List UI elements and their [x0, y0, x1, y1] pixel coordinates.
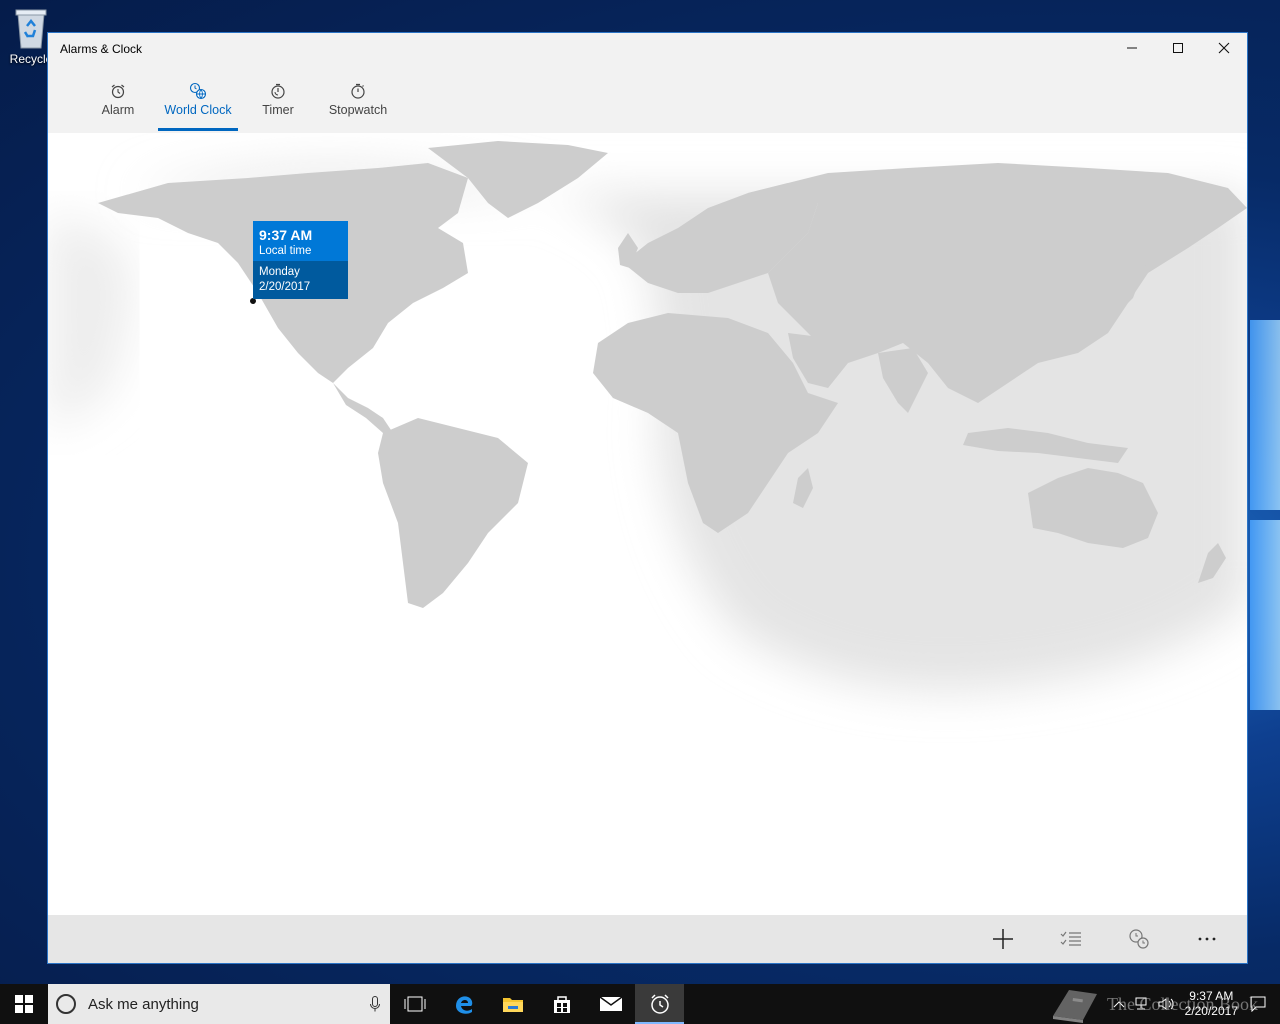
compare-icon [1129, 929, 1149, 949]
start-button[interactable] [0, 984, 48, 1024]
minimize-icon [1127, 47, 1137, 49]
action-center-button[interactable] [1246, 996, 1270, 1012]
file-explorer-button[interactable] [488, 984, 537, 1024]
local-day: Monday [259, 266, 300, 278]
store-button[interactable] [537, 984, 586, 1024]
add-button[interactable] [969, 915, 1037, 963]
window-title: Alarms & Clock [60, 41, 143, 56]
tab-alarm-label: Alarm [101, 103, 135, 117]
volume-icon[interactable] [1155, 997, 1179, 1011]
world-map-graphic [48, 141, 1247, 691]
title-bar[interactable]: Alarms & Clock [48, 33, 1247, 63]
edge-button[interactable] [439, 984, 488, 1024]
world-clock-icon [189, 81, 207, 101]
store-icon [553, 996, 570, 1013]
stopwatch-icon [350, 81, 366, 101]
timer-icon [270, 81, 286, 101]
add-icon [993, 929, 1013, 949]
more-icon [1198, 937, 1216, 941]
mail-icon [599, 996, 622, 1011]
search-placeholder: Ask me anything [88, 995, 199, 1013]
minimize-button[interactable] [1109, 33, 1155, 63]
tab-stopwatch-label: Stopwatch [328, 103, 388, 117]
south-america-shape [378, 418, 528, 608]
select-button[interactable] [1037, 915, 1105, 963]
window-controls [1109, 33, 1247, 63]
close-icon [1218, 42, 1230, 54]
taskbar-date: 2/20/2017 [1184, 1004, 1238, 1018]
recycle-bin-icon [12, 6, 50, 50]
more-button[interactable] [1173, 915, 1241, 963]
taskbar-time: 9:37 AM [1189, 989, 1234, 1003]
local-date-section: Monday 2/20/2017 [253, 261, 348, 299]
cortana-icon [56, 994, 76, 1014]
search-box[interactable]: Ask me anything [48, 984, 390, 1024]
tab-alarm[interactable]: Alarm [78, 63, 158, 131]
show-hidden-icons-button[interactable] [1107, 1000, 1131, 1008]
select-icon [1060, 931, 1081, 946]
alarm-clock-icon [650, 994, 669, 1014]
tab-stopwatch[interactable]: Stopwatch [318, 63, 398, 131]
alarm-icon [110, 81, 126, 101]
maximize-icon [1173, 43, 1183, 53]
close-button[interactable] [1201, 33, 1247, 63]
tab-timer-label: Timer [262, 103, 294, 117]
notification-icon [1250, 996, 1266, 1012]
maximize-button[interactable] [1155, 33, 1201, 63]
microphone-icon[interactable] [360, 996, 390, 1012]
mail-button[interactable] [586, 984, 635, 1024]
tab-world-clock[interactable]: World Clock [158, 63, 238, 131]
edge-icon [455, 996, 472, 1014]
tab-timer[interactable]: Timer [238, 63, 318, 131]
compare-button[interactable] [1105, 915, 1173, 963]
alarms-clock-taskbar-button[interactable] [635, 984, 684, 1024]
world-map[interactable]: 9:37 AM Local time Monday 2/20/2017 [48, 133, 1247, 915]
local-time-card-header: 9:37 AM Local time [253, 221, 348, 261]
taskbar-clock[interactable]: 9:37 AM 2/20/2017 [1185, 989, 1238, 1019]
windows-logo-icon [15, 995, 33, 1013]
tab-world-clock-label: World Clock [164, 103, 232, 117]
folder-icon [502, 998, 523, 1012]
local-time-subtitle: Local time [259, 245, 312, 257]
command-bar [48, 915, 1247, 963]
task-view-button[interactable] [390, 984, 439, 1024]
network-icon[interactable] [1131, 997, 1155, 1011]
tab-bar: Alarm World Clock Timer Stopwatch [48, 63, 1247, 133]
alarms-clock-window: Alarms & Clock Alarm World Clock Timer S… [47, 32, 1248, 964]
taskbar: Ask me anything 9:37 AM 2/20/2017 [0, 984, 1280, 1024]
local-date: 2/20/2017 [259, 281, 311, 293]
local-time-value: 9:37 AM [259, 227, 313, 243]
system-tray: 9:37 AM 2/20/2017 [1107, 984, 1280, 1024]
local-time-card[interactable]: 9:37 AM Local time Monday 2/20/2017 [253, 221, 348, 299]
task-view-icon [404, 996, 425, 1012]
